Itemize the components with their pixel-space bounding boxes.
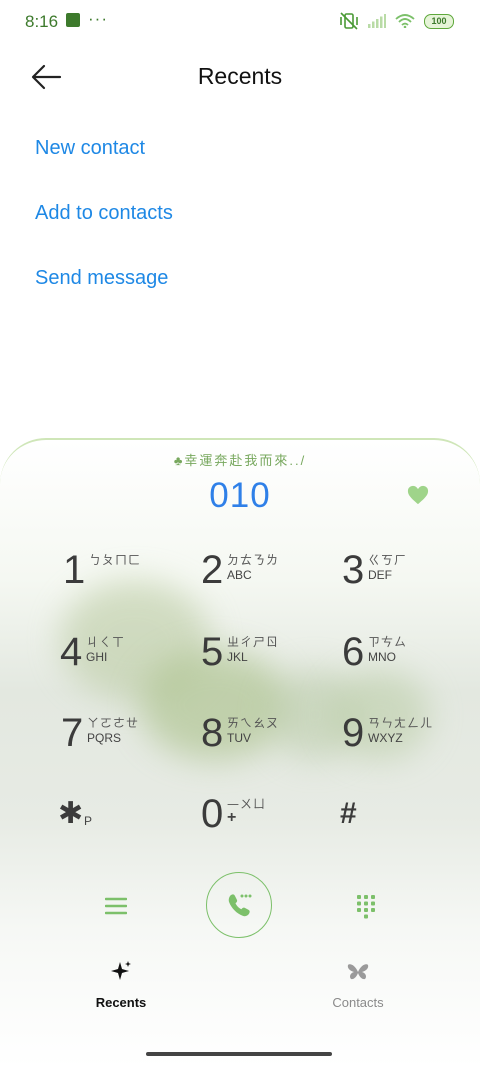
key-2[interactable]: 2 ㄉㄊㄋㄌ ABC [201, 546, 301, 594]
key-digit: 5 [201, 630, 224, 674]
key-letters: DEF [368, 568, 392, 582]
key-digit: 9 [342, 711, 365, 755]
nav-contacts-label: Contacts [332, 995, 384, 1010]
key-digit: 2 [201, 548, 224, 592]
key-zhuyin: ㄢㄣㄤㄥㄦ [368, 716, 434, 730]
signal-icon [368, 14, 386, 28]
add-to-contacts-link[interactable]: Add to contacts [35, 202, 173, 225]
butterfly-icon [347, 964, 369, 980]
key-zhuyin: ㄓㄔㄕㄖ [227, 635, 280, 649]
key-zhuyin: ㄅㄆㄇㄈ [89, 553, 142, 567]
home-indicator[interactable] [146, 1052, 332, 1056]
key-letters: MNO [368, 650, 396, 664]
notification-app-icon [66, 13, 80, 27]
key-hash[interactable]: # [340, 790, 400, 838]
key-zhuyin: ㄞㄟㄠㄡ [227, 716, 280, 730]
key-digit: 0 [201, 792, 224, 836]
status-time: 8:16 [25, 12, 59, 31]
header: Recents [0, 44, 480, 110]
key-3[interactable]: 3 ㄍㄎㄏ DEF [342, 546, 442, 594]
key-5[interactable]: 5 ㄓㄔㄕㄖ JKL [201, 628, 301, 676]
key-letters: ABC [227, 568, 252, 582]
key-digit: 1 [63, 548, 86, 592]
key-1[interactable]: 1 ㄅㄆㄇㄈ [63, 546, 163, 594]
send-message-link[interactable]: Send message [35, 267, 168, 290]
menu-icon[interactable] [105, 896, 127, 916]
clover-icon: ♣ [173, 453, 185, 468]
key-zhuyin: ㄚㄛㄜㄝ [87, 716, 140, 730]
key-letters: P [84, 814, 93, 828]
vibrate-off-icon [340, 12, 358, 30]
key-zhuyin: ㄗㄘㄙ [368, 635, 408, 649]
page-title: Recents [197, 63, 283, 89]
key-digit: 3 [342, 548, 365, 592]
key-9[interactable]: 9 ㄢㄣㄤㄥㄦ WXYZ [342, 709, 452, 757]
key-digit: ✱ [58, 797, 84, 830]
key-8[interactable]: 8 ㄞㄟㄠㄡ TUV [201, 709, 301, 757]
key-7[interactable]: 7 ㄚㄛㄜㄝ PQRS [61, 709, 171, 757]
key-4[interactable]: 4 ㄐㄑㄒ GHI [60, 628, 160, 676]
new-contact-link[interactable]: New contact [35, 137, 145, 160]
key-star[interactable]: ✱ P [58, 790, 158, 838]
key-digit: 6 [342, 630, 365, 674]
nav-contacts-tab[interactable]: Contacts [278, 960, 438, 1010]
key-digit: 4 [60, 630, 83, 674]
key-letters: JKL [227, 650, 248, 664]
battery-icon: 100 [424, 13, 454, 29]
key-digit: 7 [61, 711, 84, 755]
key-letters: WXYZ [368, 731, 403, 745]
key-zhuyin: ㄍㄎㄏ [368, 553, 408, 567]
call-button[interactable] [206, 872, 272, 938]
key-letters: TUV [227, 731, 251, 745]
key-zhuyin: ㄐㄑㄒ [86, 635, 126, 649]
phone-call-icon [228, 894, 252, 917]
nav-recents-tab[interactable]: Recents [41, 960, 201, 1010]
key-letters: + [227, 809, 237, 826]
heart-icon[interactable] [407, 484, 429, 506]
key-letters: PQRS [87, 731, 122, 745]
key-zhuyin: ㄉㄊㄋㄌ [227, 553, 280, 567]
sparkle-icon [111, 961, 131, 980]
nav-recents-label: Recents [95, 995, 147, 1010]
keypad-icon[interactable] [356, 894, 376, 920]
key-6[interactable]: 6 ㄗㄘㄙ MNO [342, 628, 442, 676]
more-notifications-icon: ··· [88, 9, 108, 28]
key-0[interactable]: 0 —ㄨㄩ + [201, 790, 301, 838]
wifi-icon [395, 14, 415, 28]
slogan-text: 幸運奔赴我而來../ [184, 453, 307, 468]
status-icons: 100 [339, 12, 454, 30]
status-bar: 8:16 ··· 100 [0, 0, 480, 44]
key-digit: # [340, 797, 357, 830]
key-digit: 8 [201, 711, 224, 755]
dialer-slogan: ♣幸運奔赴我而來../ [0, 450, 480, 469]
key-letters: GHI [86, 650, 108, 664]
